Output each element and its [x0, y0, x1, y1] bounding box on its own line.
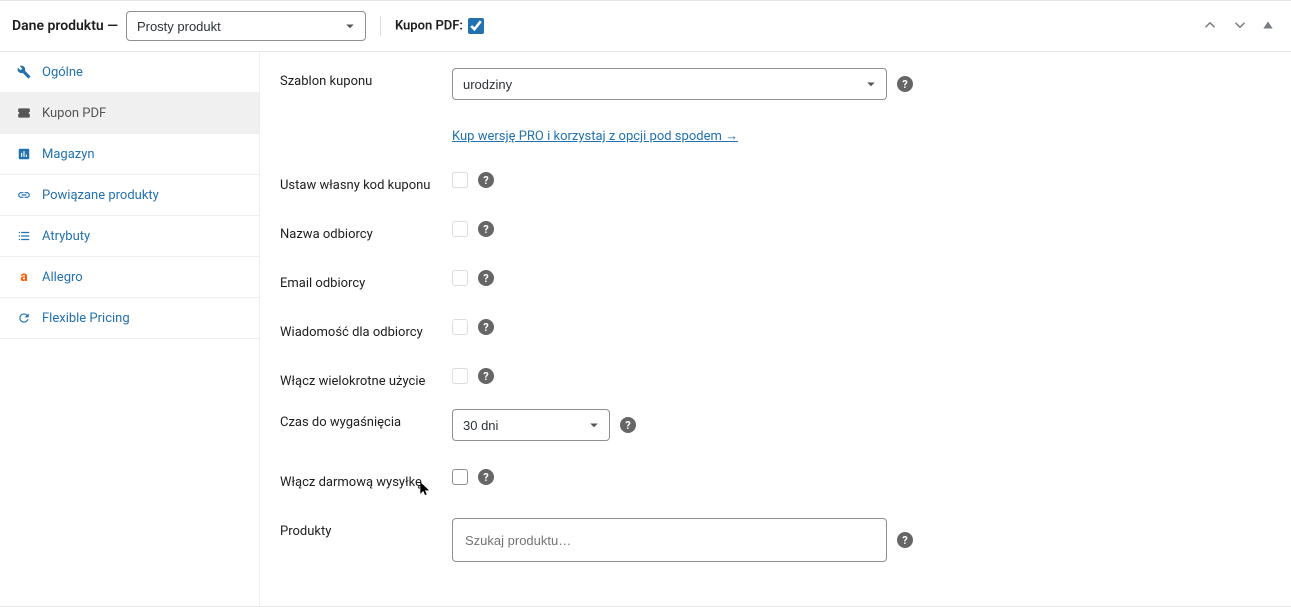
custom-code-label: Ustaw własny kod kuponu	[280, 172, 438, 193]
tab-kupon-pdf[interactable]: Kupon PDF	[0, 93, 259, 134]
tab-allegro[interactable]: a Allegro	[0, 257, 259, 298]
expiration-select[interactable]: 30 dni	[452, 409, 610, 441]
buy-pro-link[interactable]: Kup wersję PRO i korzystaj z opcji pod s…	[452, 129, 738, 144]
link-icon	[16, 187, 32, 203]
tab-linked-products[interactable]: Powiązane produkty	[0, 175, 259, 216]
refresh-icon	[16, 310, 32, 326]
tab-linked-label: Powiązane produkty	[42, 188, 159, 203]
tab-allegro-label: Allegro	[42, 270, 83, 285]
list-icon	[16, 228, 32, 244]
recipient-message-checkbox	[452, 319, 468, 335]
recipient-name-label: Nazwa odbiorcy	[280, 221, 438, 242]
kupon-pdf-checkbox[interactable]	[468, 18, 484, 34]
custom-code-checkbox	[452, 172, 468, 188]
tab-flexible-pricing[interactable]: Flexible Pricing	[0, 298, 259, 339]
help-icon[interactable]: ?	[478, 270, 494, 286]
recipient-email-label: Email odbiorcy	[280, 270, 438, 291]
product-data-tabs: Ogólne Kupon PDF Magazyn Powiązane produ…	[0, 52, 260, 606]
panel-header: Dane produktu — Prosty produkt Kupon PDF…	[0, 1, 1291, 52]
panel-title-text: Dane produktu	[12, 18, 104, 34]
help-icon[interactable]: ?	[620, 417, 636, 433]
product-type-select[interactable]: Prosty produkt	[126, 11, 366, 41]
template-label: Szablon kuponu	[280, 68, 438, 89]
allegro-icon: a	[16, 269, 32, 285]
divider	[380, 16, 381, 36]
tab-general[interactable]: Ogólne	[0, 52, 259, 93]
products-search-input[interactable]	[452, 518, 887, 562]
kupon-pdf-toggle-label[interactable]: Kupon PDF:	[395, 18, 484, 34]
toggle-panel-button[interactable]	[1257, 12, 1279, 41]
move-up-button[interactable]	[1197, 12, 1223, 41]
free-shipping-label: Włącz darmową wysyłkę	[280, 469, 438, 490]
panel-title: Dane produktu —	[12, 18, 118, 34]
ticket-icon	[16, 105, 32, 121]
tab-general-label: Ogólne	[42, 65, 83, 80]
tab-content: Szablon kuponu urodziny ? Kup wersję PRO…	[260, 52, 1291, 606]
free-shipping-checkbox[interactable]	[452, 469, 468, 485]
multiple-use-checkbox	[452, 368, 468, 384]
recipient-email-checkbox	[452, 270, 468, 286]
help-icon[interactable]: ?	[897, 532, 913, 548]
tab-attributes[interactable]: Atrybuty	[0, 216, 259, 257]
help-icon[interactable]: ?	[478, 221, 494, 237]
template-select[interactable]: urodziny	[452, 68, 887, 100]
multiple-use-label: Włącz wielokrotne użycie	[280, 368, 438, 389]
recipient-name-checkbox	[452, 221, 468, 237]
help-icon[interactable]: ?	[478, 319, 494, 335]
help-icon[interactable]: ?	[897, 76, 913, 92]
title-dash: —	[104, 18, 118, 34]
tab-attributes-label: Atrybuty	[42, 229, 90, 244]
tab-flexible-pricing-label: Flexible Pricing	[42, 311, 130, 326]
tab-kupon-pdf-label: Kupon PDF	[42, 106, 106, 121]
tab-inventory[interactable]: Magazyn	[0, 134, 259, 175]
help-icon[interactable]: ?	[478, 368, 494, 384]
expiration-label: Czas do wygaśnięcia	[280, 409, 438, 430]
move-down-button[interactable]	[1227, 12, 1253, 41]
recipient-message-label: Wiadomość dla odbiorcy	[280, 319, 438, 340]
wrench-icon	[16, 64, 32, 80]
inventory-icon	[16, 146, 32, 162]
tab-inventory-label: Magazyn	[42, 147, 95, 162]
help-icon[interactable]: ?	[478, 172, 494, 188]
help-icon[interactable]: ?	[478, 469, 494, 485]
products-label: Produkty	[280, 518, 438, 539]
kupon-pdf-label-text: Kupon PDF:	[395, 18, 463, 33]
